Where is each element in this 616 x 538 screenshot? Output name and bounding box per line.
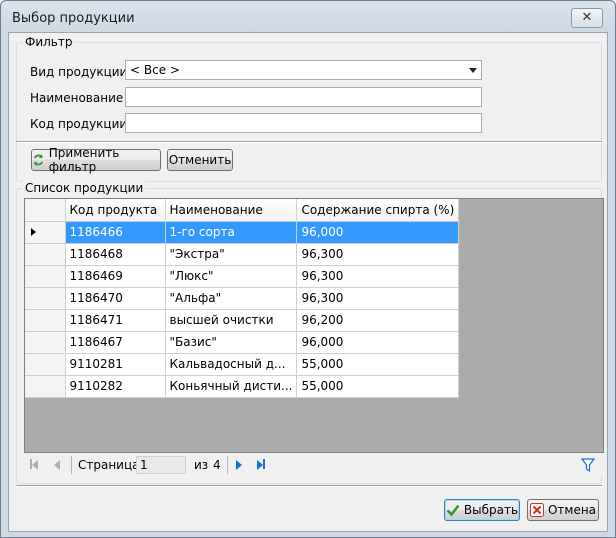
- cell-name[interactable]: Коньячный дисти...: [165, 375, 298, 398]
- cell-alcohol[interactable]: 96,000: [296, 221, 460, 244]
- table-row[interactable]: 9110282 Коньячный дисти... 55,000: [25, 375, 460, 398]
- current-row-arrow-icon: [31, 228, 36, 236]
- row-header[interactable]: [25, 309, 66, 332]
- cancel-button[interactable]: Отмена: [527, 499, 599, 521]
- last-page-icon[interactable]: [257, 459, 265, 471]
- dialog-client-area: Фильтр Вид продукции < Все > Наименовани…: [8, 32, 608, 532]
- filter-group-title: Фильтр: [23, 35, 75, 49]
- cell-code[interactable]: 9110282: [65, 375, 166, 398]
- chevron-down-icon[interactable]: [469, 68, 477, 73]
- product-code-input[interactable]: [125, 113, 482, 133]
- cell-name[interactable]: Кальвадосный д...: [165, 353, 298, 376]
- first-page-icon[interactable]: [30, 459, 38, 471]
- product-type-selected-value: < Все >: [130, 63, 180, 77]
- cell-name[interactable]: "Базис": [165, 331, 298, 354]
- product-code-label: Код продукции: [30, 117, 128, 131]
- pager: Страница 1 из 4: [24, 453, 604, 477]
- product-table: Код продукта Наименование Содержание спи…: [25, 199, 460, 398]
- cancel-filter-label: Отменить: [168, 153, 232, 167]
- table-row[interactable]: 1186467 "Базис" 96,000: [25, 331, 460, 354]
- cancel-filter-button[interactable]: Отменить: [167, 149, 233, 171]
- product-grid[interactable]: Код продукта Наименование Содержание спи…: [24, 198, 604, 453]
- column-header-alcohol[interactable]: Содержание спирта (%): [296, 199, 460, 222]
- table-row[interactable]: 1186469 "Люкс" 96,300: [25, 265, 460, 288]
- cell-name[interactable]: 1-го сорта: [165, 221, 298, 244]
- of-label: из: [194, 458, 209, 472]
- cancel-button-label: Отмена: [547, 503, 597, 517]
- cell-code[interactable]: 1186467: [65, 331, 166, 354]
- footer-separator: [16, 485, 602, 487]
- previous-page-icon[interactable]: [54, 459, 60, 471]
- table-row[interactable]: 1186466 1-го сорта 96,000: [25, 221, 460, 244]
- window-title: Выбор продукции: [12, 11, 135, 26]
- row-header[interactable]: [25, 353, 66, 376]
- close-button[interactable]: ✕: [571, 8, 603, 28]
- cell-name[interactable]: высшей очистки: [165, 309, 298, 332]
- cell-name[interactable]: "Экстра": [165, 243, 298, 266]
- select-button[interactable]: Выбрать: [444, 499, 520, 521]
- close-icon: ✕: [581, 10, 593, 25]
- product-type-select[interactable]: < Все >: [125, 60, 482, 80]
- total-pages: 4: [213, 458, 221, 472]
- product-selection-window: Выбор продукции ✕ Фильтр Вид продукции <…: [0, 0, 616, 538]
- cell-alcohol[interactable]: 55,000: [296, 375, 460, 398]
- cross-icon: [529, 503, 544, 517]
- select-button-label: Выбрать: [463, 503, 519, 517]
- product-type-label: Вид продукции: [30, 65, 128, 79]
- page-label: Страница: [78, 458, 140, 472]
- column-header-name[interactable]: Наименование: [165, 199, 298, 222]
- name-input[interactable]: [125, 87, 482, 107]
- row-header[interactable]: [25, 375, 66, 398]
- cell-alcohol[interactable]: 55,000: [296, 353, 460, 376]
- cell-code[interactable]: 1186469: [65, 265, 166, 288]
- cell-code[interactable]: 1186471: [65, 309, 166, 332]
- row-header[interactable]: [25, 221, 66, 244]
- cell-alcohol[interactable]: 96,300: [296, 287, 460, 310]
- cell-code[interactable]: 9110281: [65, 353, 166, 376]
- filter-separator: [16, 141, 602, 143]
- cell-alcohol[interactable]: 96,000: [296, 331, 460, 354]
- product-list-title: Список продукции: [23, 181, 146, 195]
- table-row[interactable]: 1186468 "Экстра" 96,300: [25, 243, 460, 266]
- row-header[interactable]: [25, 331, 66, 354]
- cell-code[interactable]: 1186466: [65, 221, 166, 244]
- pager-separator: [227, 456, 228, 474]
- cell-alcohol[interactable]: 96,300: [296, 243, 460, 266]
- table-row[interactable]: 9110281 Кальвадосный д... 55,000: [25, 353, 460, 376]
- cell-name[interactable]: "Альфа": [165, 287, 298, 310]
- row-header[interactable]: [25, 287, 66, 310]
- table-row[interactable]: 1186470 "Альфа" 96,300: [25, 287, 460, 310]
- row-header[interactable]: [25, 243, 66, 266]
- checkmark-icon: [446, 504, 460, 517]
- cell-name[interactable]: "Люкс": [165, 265, 298, 288]
- apply-filter-button[interactable]: Применить фильтр: [31, 146, 161, 174]
- apply-filter-label: Применить фильтр: [48, 146, 120, 174]
- cell-alcohol[interactable]: 96,300: [296, 265, 460, 288]
- pager-separator: [71, 456, 72, 474]
- refresh-icon: [33, 154, 43, 166]
- filter-group: Фильтр Вид продукции < Все > Наименовани…: [16, 35, 602, 182]
- filter-icon[interactable]: [581, 458, 595, 472]
- cell-alcohol[interactable]: 96,200: [296, 309, 460, 332]
- page-number-input[interactable]: 1: [136, 456, 186, 474]
- row-header[interactable]: [25, 265, 66, 288]
- column-header-code[interactable]: Код продукта: [65, 199, 166, 222]
- next-page-icon[interactable]: [236, 459, 242, 471]
- row-header-corner: [25, 199, 66, 222]
- cell-code[interactable]: 1186470: [65, 287, 166, 310]
- name-label: Наименование: [30, 91, 124, 105]
- cell-code[interactable]: 1186468: [65, 243, 166, 266]
- table-header-row: Код продукта Наименование Содержание спи…: [25, 199, 460, 222]
- table-row[interactable]: 1186471 высшей очистки 96,200: [25, 309, 460, 332]
